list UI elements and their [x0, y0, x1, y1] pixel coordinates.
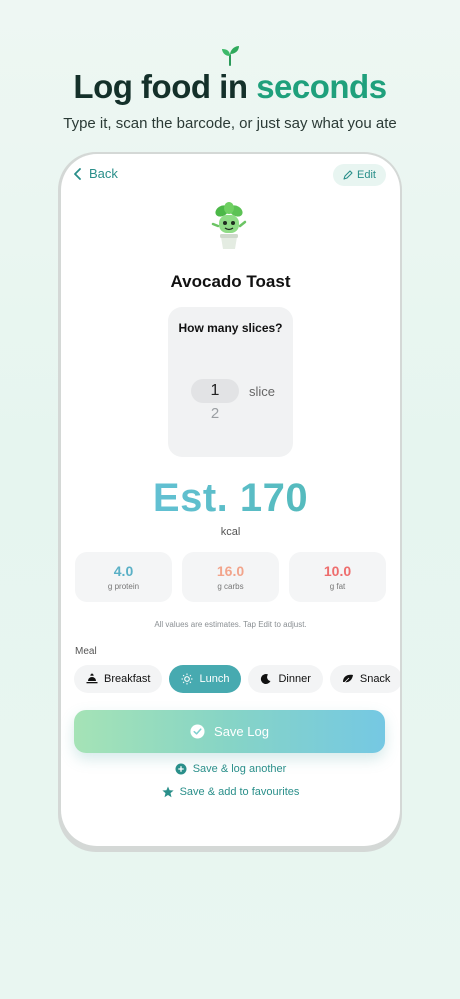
hero-title: Log food in seconds	[0, 68, 460, 106]
star-icon	[161, 786, 174, 798]
fat-value: 10.0	[323, 563, 352, 579]
save-log-button[interactable]: Save Log	[74, 710, 385, 753]
back-button[interactable]: Back	[73, 166, 118, 181]
moon-icon	[261, 674, 271, 685]
food-name: Avocado Toast	[170, 272, 291, 291]
sprout-icon	[222, 46, 239, 66]
meal-chip-snack-label: Snack	[359, 673, 391, 685]
hero-title-accent: seconds	[256, 68, 387, 105]
save-log-label: Save Log	[214, 724, 269, 739]
meal-section-label: Meal	[75, 646, 97, 657]
fat-label: g fat	[329, 582, 346, 591]
sunrise-icon	[86, 673, 98, 684]
hero-title-text: Log food in	[73, 68, 257, 105]
leaf-icon	[342, 674, 353, 685]
estimate-disclaimer: All values are estimates. Tap Edit to ad…	[154, 620, 307, 629]
phone-screen: Back Edit Avocado Toast How many slices?…	[61, 154, 400, 846]
save-and-favourite-label: Save & add to favourites	[179, 786, 300, 798]
protein-label: g protein	[107, 582, 140, 591]
plant-mascot-icon	[211, 202, 247, 249]
calorie-estimate: Est. 170	[61, 476, 400, 521]
sun-icon	[181, 673, 193, 685]
carbs-value: 16.0	[216, 563, 245, 579]
macro-cards: 4.0 g protein 16.0 g carbs 10.0 g fat	[75, 552, 386, 602]
hero-subtitle: Type it, scan the barcode, or just say w…	[63, 115, 397, 132]
back-label: Back	[89, 166, 118, 181]
chevron-left-icon	[74, 167, 81, 180]
check-circle-icon	[190, 724, 205, 739]
save-and-log-another-label: Save & log another	[192, 763, 287, 775]
portion-selected-value[interactable]: 1	[191, 379, 239, 403]
meal-chip-lunch-label: Lunch	[199, 673, 230, 685]
meal-chip-breakfast-label: Breakfast	[104, 673, 151, 685]
macro-card-carbs: 16.0 g carbs	[182, 552, 279, 602]
save-and-favourite-link[interactable]: Save & add to favourites	[61, 786, 400, 798]
meal-chip-snack[interactable]: Snack	[329, 665, 400, 693]
plus-circle-icon	[175, 763, 187, 775]
portion-question: How many slices?	[178, 321, 283, 335]
meal-chip-lunch[interactable]: Lunch	[169, 665, 242, 693]
edit-button[interactable]: Edit	[333, 164, 386, 186]
meal-chip-breakfast[interactable]: Breakfast	[74, 665, 163, 693]
save-and-log-another-link[interactable]: Save & log another	[61, 763, 400, 775]
pencil-icon	[343, 170, 353, 180]
meal-selector: Breakfast Lunch Dinner Snack	[74, 665, 400, 693]
portion-next-value[interactable]: 2	[191, 405, 239, 422]
carbs-label: g carbs	[217, 582, 244, 591]
meal-chip-dinner[interactable]: Dinner	[248, 665, 323, 693]
macro-card-protein: 4.0 g protein	[75, 552, 172, 602]
calorie-unit: kcal	[220, 526, 241, 538]
portion-picker[interactable]: How many slices? 1 2 slice	[168, 307, 293, 457]
macro-card-fat: 10.0 g fat	[289, 552, 386, 602]
portion-unit: slice	[249, 384, 276, 399]
meal-chip-dinner-label: Dinner	[278, 673, 311, 685]
edit-label: Edit	[357, 169, 376, 181]
protein-value: 4.0	[113, 563, 134, 579]
